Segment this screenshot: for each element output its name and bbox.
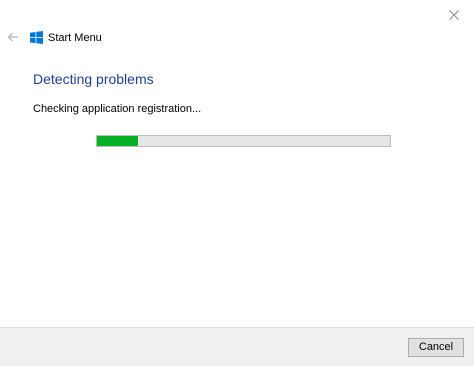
back-arrow-icon [7, 29, 19, 47]
progress-bar-fill [97, 136, 139, 146]
windows-logo-icon [30, 31, 43, 44]
back-button[interactable] [4, 28, 22, 48]
close-icon [449, 10, 459, 20]
footer-bar: Cancel [0, 327, 474, 366]
header: Start Menu [0, 28, 300, 50]
troubleshooter-window: Start Menu Detecting problems Checking a… [0, 0, 474, 366]
close-button[interactable] [440, 4, 468, 26]
progress-bar [96, 135, 391, 147]
app-title: Start Menu [48, 32, 102, 44]
page-heading: Detecting problems [33, 71, 154, 87]
status-text: Checking application registration... [33, 103, 202, 115]
cancel-button[interactable]: Cancel [408, 338, 464, 357]
